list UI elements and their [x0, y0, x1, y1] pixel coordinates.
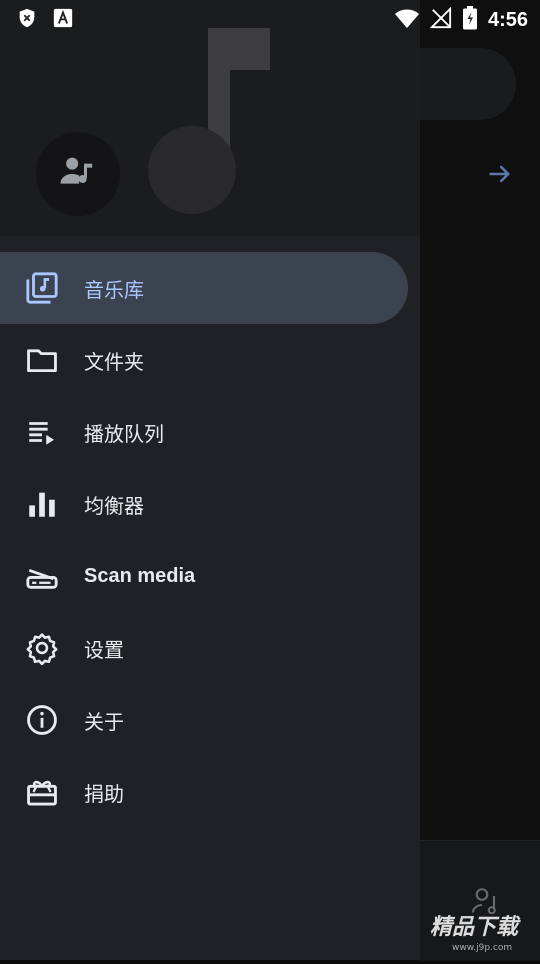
scanner-icon: [24, 558, 60, 594]
svg-text:www.j9p.com: www.j9p.com: [452, 943, 512, 953]
menu-label: 捐助: [84, 781, 124, 806]
menu-label: 均衡器: [84, 493, 144, 518]
info-icon: [24, 702, 60, 738]
menu-item-equalizer[interactable]: 均衡器: [0, 468, 408, 540]
avatar[interactable]: [36, 132, 120, 216]
menu-item-scan-media[interactable]: Scan media: [0, 540, 408, 612]
menu-label: 音乐库: [84, 277, 144, 302]
gift-icon: [24, 774, 60, 810]
menu-label: 关于: [84, 709, 124, 734]
menu-item-folder[interactable]: 文件夹: [0, 324, 408, 396]
library-music-icon: [24, 270, 60, 306]
status-time: 4:56: [487, 8, 528, 31]
settings-icon: [24, 630, 60, 666]
menu-item-settings[interactable]: 设置: [0, 612, 408, 684]
navigation-drawer: 音乐库 文件夹 播放队列 均衡器 Scan media 设置 关于 捐助: [0, 0, 420, 960]
svg-text:精品下载: 精品下载: [430, 915, 521, 940]
menu-label: 设置: [84, 637, 124, 662]
menu-item-about[interactable]: 关于: [0, 684, 408, 756]
menu-item-library[interactable]: 音乐库: [0, 252, 408, 324]
arrow-right-icon: [486, 160, 514, 188]
music-note-icon: [140, 26, 280, 218]
folder-icon: [24, 342, 60, 378]
status-bar: 4:56: [0, 0, 540, 36]
drawer-menu: 音乐库 文件夹 播放队列 均衡器 Scan media 设置 关于 捐助: [0, 252, 420, 828]
menu-label: 文件夹: [84, 349, 144, 374]
battery-charging-icon: [462, 6, 478, 34]
menu-item-donate[interactable]: 捐助: [0, 756, 408, 828]
queue-icon: [24, 414, 60, 450]
font-a-icon: [52, 7, 74, 33]
signal-off-icon: [429, 6, 452, 33]
menu-label: Scan media: [84, 564, 196, 587]
wifi-icon: [394, 7, 420, 33]
equalizer-icon: [24, 486, 60, 522]
menu-item-queue[interactable]: 播放队列: [0, 396, 408, 468]
menu-label: 播放队列: [84, 421, 164, 446]
account-music-icon: [58, 152, 98, 196]
shield-x-icon: [16, 7, 38, 33]
